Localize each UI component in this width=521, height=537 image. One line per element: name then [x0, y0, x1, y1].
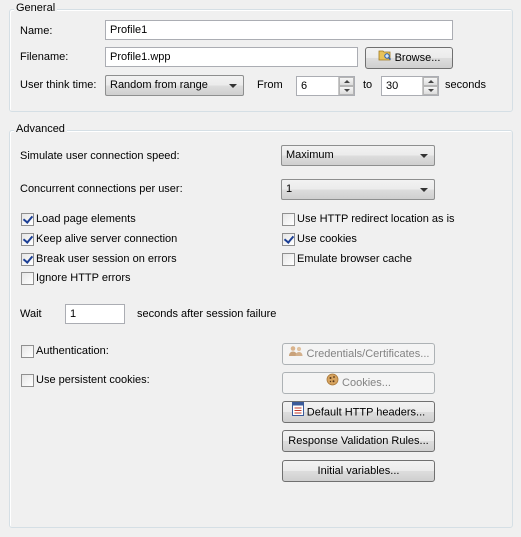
browse-button-label: Browse...	[394, 52, 441, 65]
initial-variables-button-label: Initial variables...	[317, 465, 400, 478]
keep-alive-label[interactable]: Keep alive server connection	[36, 232, 177, 246]
default-headers-button-label: Default HTTP headers...	[306, 406, 426, 419]
arrow-up-icon	[344, 80, 350, 83]
to-spinner-down-button[interactable]	[423, 86, 438, 95]
cookie-icon	[326, 373, 339, 393]
ignore-http-errors-label[interactable]: Ignore HTTP errors	[36, 271, 131, 285]
cookies-button-label: Cookies...	[342, 377, 391, 390]
emulate-cache-checkbox[interactable]	[282, 253, 295, 266]
redirect-location-label[interactable]: Use HTTP redirect location as is	[297, 212, 455, 226]
break-session-checkbox[interactable]	[21, 253, 34, 266]
document-list-icon	[291, 402, 304, 423]
connection-speed-label: Simulate user connection speed:	[20, 150, 180, 162]
authentication-label[interactable]: Authentication:	[36, 344, 109, 358]
from-spinner-up-button[interactable]	[339, 77, 354, 86]
credentials-button[interactable]: Credentials/Certificates...	[282, 343, 435, 365]
from-spinner-value: 6	[301, 80, 308, 92]
persistent-cookies-checkbox[interactable]	[21, 374, 34, 387]
arrow-down-icon	[428, 89, 434, 92]
advanced-legend: Advanced	[14, 123, 67, 135]
cookies-button[interactable]: Cookies...	[282, 372, 435, 394]
ignore-http-errors-checkbox[interactable]	[21, 272, 34, 285]
chevron-down-icon	[229, 84, 237, 88]
authentication-checkbox[interactable]	[21, 345, 34, 358]
chevron-down-icon	[420, 154, 428, 158]
to-spinner-up-button[interactable]	[423, 77, 438, 86]
arrow-down-icon	[344, 89, 350, 92]
from-spinner[interactable]: 6	[296, 76, 355, 96]
chevron-down-icon	[420, 188, 428, 192]
name-input[interactable]	[105, 20, 453, 40]
default-headers-button[interactable]: Default HTTP headers...	[282, 401, 435, 423]
validation-rules-button-label: Response Validation Rules...	[288, 435, 429, 448]
from-label: From	[257, 79, 283, 91]
to-label: to	[363, 79, 373, 91]
emulate-cache-label[interactable]: Emulate browser cache	[297, 252, 412, 266]
connection-speed-select-value: Maximum	[286, 149, 334, 161]
arrow-up-icon	[428, 80, 434, 83]
concurrent-connections-select[interactable]: 1	[281, 179, 435, 200]
from-spinner-down-button[interactable]	[339, 86, 354, 95]
wait-input[interactable]	[65, 304, 125, 324]
persistent-cookies-label[interactable]: Use persistent cookies:	[36, 373, 150, 387]
load-page-elements-label[interactable]: Load page elements	[36, 212, 136, 226]
think-time-select-value: Random from range	[110, 79, 208, 91]
load-page-elements-checkbox[interactable]	[21, 213, 34, 226]
to-spinner[interactable]: 30	[381, 76, 439, 96]
break-session-label[interactable]: Break user session on errors	[36, 252, 177, 266]
redirect-location-checkbox[interactable]	[282, 213, 295, 226]
use-cookies-label[interactable]: Use cookies	[297, 232, 357, 246]
think-time-select[interactable]: Random from range	[105, 75, 244, 96]
credentials-button-label: Credentials/Certificates...	[306, 348, 430, 361]
connection-speed-select[interactable]: Maximum	[281, 145, 435, 166]
filename-input[interactable]	[105, 47, 358, 67]
seconds-label: seconds	[445, 79, 486, 91]
filename-label: Filename:	[20, 51, 69, 63]
name-label: Name:	[20, 25, 53, 37]
concurrent-connections-label: Concurrent connections per user:	[20, 183, 183, 195]
folder-search-icon	[378, 48, 392, 68]
think-time-label: User think time:	[20, 79, 97, 91]
keep-alive-checkbox[interactable]	[21, 233, 34, 246]
wait-suffix-label: seconds after session failure	[137, 308, 277, 320]
users-icon	[288, 344, 304, 364]
concurrent-connections-select-value: 1	[286, 183, 293, 195]
general-legend: General	[14, 2, 58, 14]
validation-rules-button[interactable]: Response Validation Rules...	[282, 430, 435, 452]
to-spinner-value: 30	[386, 80, 399, 92]
wait-label: Wait	[20, 308, 42, 320]
initial-variables-button[interactable]: Initial variables...	[282, 460, 435, 482]
browse-button[interactable]: Browse...	[365, 47, 453, 69]
use-cookies-checkbox[interactable]	[282, 233, 295, 246]
